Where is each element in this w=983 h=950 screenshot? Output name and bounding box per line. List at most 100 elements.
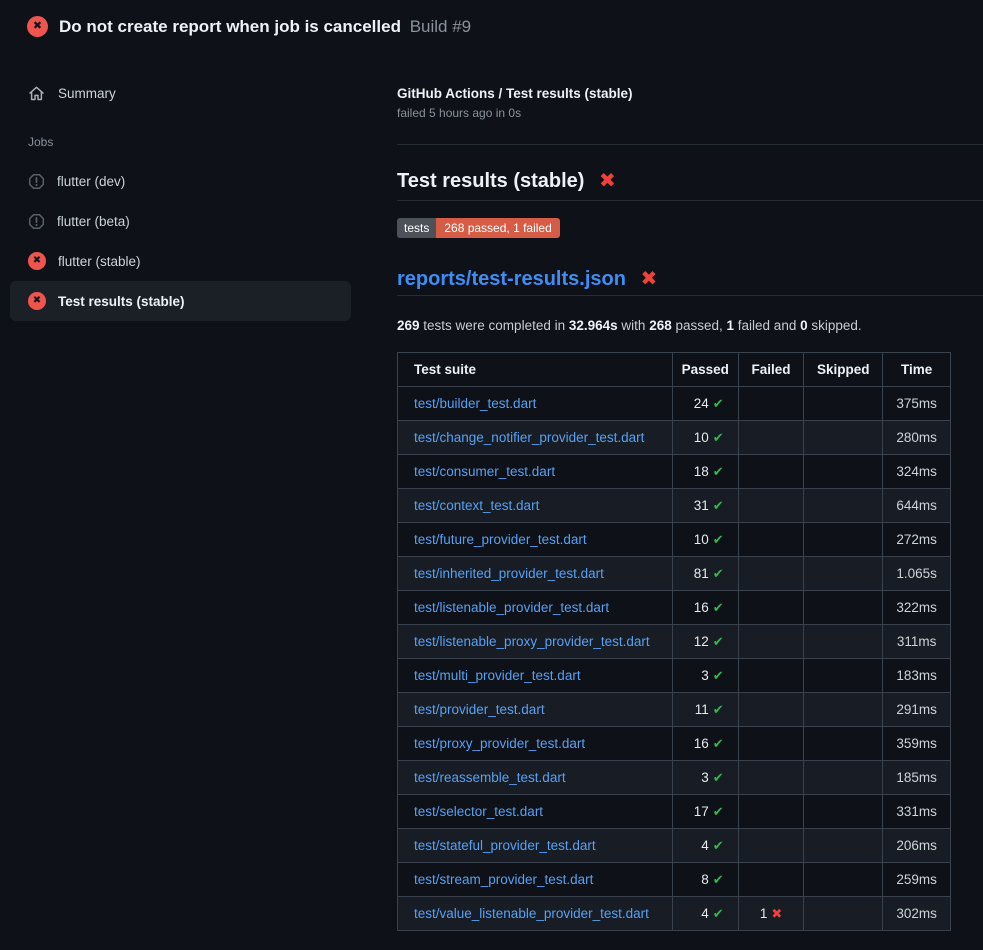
test-suite-cell: test/listenable_provider_test.dart (398, 591, 673, 625)
table-row: test/listenable_provider_test.dart16✔322… (398, 591, 951, 625)
report-file-link[interactable]: reports/test-results.json (397, 268, 626, 290)
test-suite-link[interactable]: test/context_test.dart (414, 498, 539, 513)
failed-cell (738, 523, 804, 557)
job-label: flutter (beta) (57, 214, 130, 229)
test-suite-cell: test/multi_provider_test.dart (398, 659, 673, 693)
test-suite-link[interactable]: test/value_listenable_provider_test.dart (414, 906, 649, 921)
failed-cell (738, 795, 804, 829)
test-suite-link[interactable]: test/proxy_provider_test.dart (414, 736, 585, 751)
test-suite-link[interactable]: test/listenable_proxy_provider_test.dart (414, 634, 650, 649)
skipped-cell (804, 693, 883, 727)
table-row: test/change_notifier_provider_test.dart 1… (398, 421, 951, 455)
time-cell: 302ms (883, 897, 951, 931)
job-label: flutter (stable) (58, 254, 141, 269)
badge-label: tests (397, 218, 436, 238)
job-label: Test results (stable) (58, 294, 185, 309)
test-suite-link[interactable]: test/reassemble_test.dart (414, 770, 566, 785)
test-suite-link[interactable]: test/stateful_provider_test.dart (414, 838, 596, 853)
skipped-cell (804, 863, 883, 897)
skipped-cell (804, 489, 883, 523)
check-icon: ✔ (713, 566, 724, 581)
test-suite-link[interactable]: test/selector_test.dart (414, 804, 543, 819)
sidebar-item-flutter-beta[interactable]: flutter (beta) (10, 201, 351, 241)
time-cell: 259ms (883, 863, 951, 897)
passed-cell: 31✔ (672, 489, 738, 523)
passed-cell: 18✔ (672, 455, 738, 489)
test-suite-link[interactable]: test/change_notifier_provider_test.dart (414, 430, 644, 445)
cancelled-stop-icon (28, 213, 45, 230)
sidebar-item-flutter-dev[interactable]: flutter (dev) (10, 161, 351, 201)
test-suite-cell: test/value_listenable_provider_test.dart (398, 897, 673, 931)
failed-x-circle-icon: ✖ (28, 252, 46, 270)
sidebar-item-test-results-stable[interactable]: ✖ Test results (stable) (10, 281, 351, 321)
skipped-cell (804, 795, 883, 829)
time-cell: 206ms (883, 829, 951, 863)
passed-count: 8 (701, 872, 709, 887)
failed-cell (738, 557, 804, 591)
test-suite-cell: test/consumer_test.dart (398, 455, 673, 489)
passed-count: 4 (701, 838, 709, 853)
column-header-time: Time (883, 353, 951, 387)
passed-cell: 10✔ (672, 421, 738, 455)
failed-cell (738, 421, 804, 455)
summary-text-segment: skipped. (808, 318, 862, 333)
run-title-line: Do not create report when job is cancell… (59, 17, 471, 37)
failed-cell (738, 659, 804, 693)
test-suite-cell: test/selector_test.dart (398, 795, 673, 829)
skipped-cell (804, 387, 883, 421)
failed-cell (738, 693, 804, 727)
sidebar-item-flutter-stable[interactable]: ✖ flutter (stable) (10, 241, 351, 281)
test-suite-cell: test/proxy_provider_test.dart (398, 727, 673, 761)
table-row: test/selector_test.dart 17 ✔ 331ms (398, 795, 951, 829)
check-icon: ✔ (713, 838, 724, 853)
test-suite-link[interactable]: test/listenable_provider_test.dart (414, 600, 609, 615)
test-suite-link[interactable]: test/multi_provider_test.dart (414, 668, 581, 683)
skipped-cell (804, 557, 883, 591)
summary-text-segment: with (618, 318, 650, 333)
failed-count: 1 (760, 906, 768, 921)
skipped-cell (804, 761, 883, 795)
test-suite-link[interactable]: test/future_provider_test.dart (414, 532, 587, 547)
failed-total: 1 (727, 318, 735, 333)
skipped-cell (804, 455, 883, 489)
x-glyph: ✖ (33, 296, 41, 306)
test-suite-link[interactable]: test/provider_test.dart (414, 702, 545, 717)
test-suite-link[interactable]: test/consumer_test.dart (414, 464, 555, 479)
sidebar-item-summary[interactable]: Summary (10, 75, 351, 111)
job-label: flutter (dev) (57, 174, 125, 189)
job-output-panel: GitHub Actions / Test results (stable) f… (397, 86, 983, 931)
passed-count: 4 (701, 906, 709, 921)
passed-cell: 8✔ (672, 863, 738, 897)
check-icon: ✔ (713, 804, 724, 819)
test-results-table: Test suite Passed Failed Skipped Time te… (397, 352, 951, 931)
test-suite-link[interactable]: test/builder_test.dart (414, 396, 536, 411)
test-suite-link[interactable]: test/inherited_provider_test.dart (414, 566, 604, 581)
badge-value: 268 passed, 1 failed (436, 218, 559, 238)
failed-x-icon: ✖ (599, 170, 616, 192)
passed-cell: 16✔ (672, 591, 738, 625)
check-icon: ✔ (713, 396, 724, 411)
time-cell: 331ms (883, 795, 951, 829)
passed-total: 268 (649, 318, 672, 333)
check-run-title: Test results (stable) (397, 170, 584, 192)
test-suite-link[interactable]: test/stream_provider_test.dart (414, 872, 593, 887)
x-glyph: ✖ (33, 21, 42, 32)
passed-count: 17 (694, 804, 709, 819)
skipped-cell (804, 897, 883, 931)
passed-count: 12 (694, 634, 709, 649)
skipped-cell (804, 727, 883, 761)
time-cell: 644ms (883, 489, 951, 523)
test-suite-cell: test/builder_test.dart (398, 387, 673, 421)
time-cell: 311ms (883, 625, 951, 659)
passed-count: 10 (694, 430, 709, 445)
skipped-cell (804, 591, 883, 625)
passed-count: 3 (701, 668, 709, 683)
build-number: Build #9 (410, 17, 471, 36)
sidebar: Summary Jobs flutter (dev) flutter (beta… (10, 75, 351, 321)
time-cell: 272ms (883, 523, 951, 557)
passed-cell: 4✔ (672, 897, 738, 931)
column-header-failed: Failed (738, 353, 804, 387)
passed-count: 10 (694, 532, 709, 547)
failed-cell (738, 727, 804, 761)
passed-cell: 17 ✔ (672, 795, 738, 829)
